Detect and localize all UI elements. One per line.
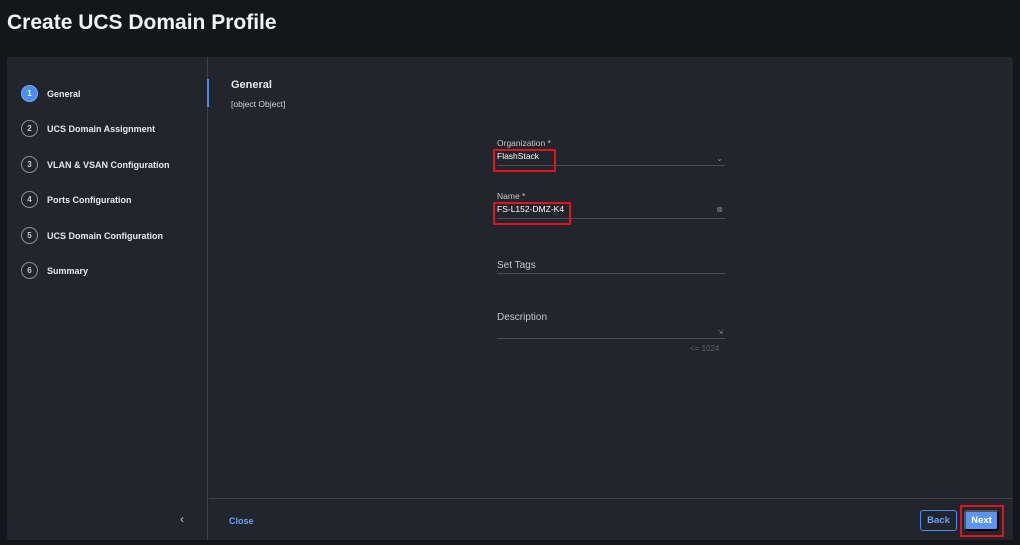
step-number: 3 [21,156,38,173]
section-heading: General [231,79,272,91]
step-ports-configuration[interactable]: 4 Ports Configuration [21,191,132,208]
step-vlan-vsan-configuration[interactable]: 3 VLAN & VSAN Configuration [21,156,170,173]
step-number: 2 [21,120,38,137]
wizard-steps: 1 General 2 UCS Domain Assignment 3 VLAN & … [7,57,208,540]
step-summary[interactable]: 6 Summary [21,262,88,279]
footer-divider [209,498,1013,499]
resize-handle-icon[interactable]: ⇲ [718,329,723,336]
organization-label: Organization * [497,138,551,148]
step-label: Ports Configuration [47,194,132,205]
step-number: 1 [21,85,38,102]
back-button[interactable]: Back [920,510,957,531]
clear-icon[interactable]: ⊗ [716,205,723,214]
step-label: UCS Domain Configuration [47,230,163,241]
description-textarea[interactable]: Description ⇲ [497,312,725,339]
step-ucs-domain-configuration[interactable]: 5 UCS Domain Configuration [21,227,163,244]
description-placeholder: Description [497,312,548,323]
section-description: [object Object] [231,99,286,109]
wizard-panel: 1 General 2 UCS Domain Assignment 3 VLAN & … [7,57,1013,540]
highlight-box [960,505,1004,537]
set-tags-input[interactable]: Set Tags [497,260,725,274]
page-title: Create UCS Domain Profile [7,11,277,34]
step-number: 4 [21,191,38,208]
step-label: VLAN & VSAN Configuration [47,159,170,170]
step-general[interactable]: 1 General [21,85,81,102]
step-number: 5 [21,227,38,244]
collapse-sidebar-chevron-icon[interactable]: ‹ [180,512,184,526]
chevron-down-icon: ⌄ [716,154,723,163]
step-ucs-domain-assignment[interactable]: 2 UCS Domain Assignment [21,120,155,137]
highlight-box [493,202,571,225]
close-button[interactable]: Close [229,516,254,526]
step-label: Summary [47,265,89,276]
step-number: 6 [21,262,38,279]
active-step-indicator [207,79,209,107]
character-counter: <= 1024 [690,344,720,353]
step-label: General [47,88,81,99]
name-label: Name * [497,191,526,201]
step-label: UCS Domain Assignment [47,123,156,134]
set-tags-placeholder: Set Tags [497,260,536,271]
highlight-box [493,149,556,172]
